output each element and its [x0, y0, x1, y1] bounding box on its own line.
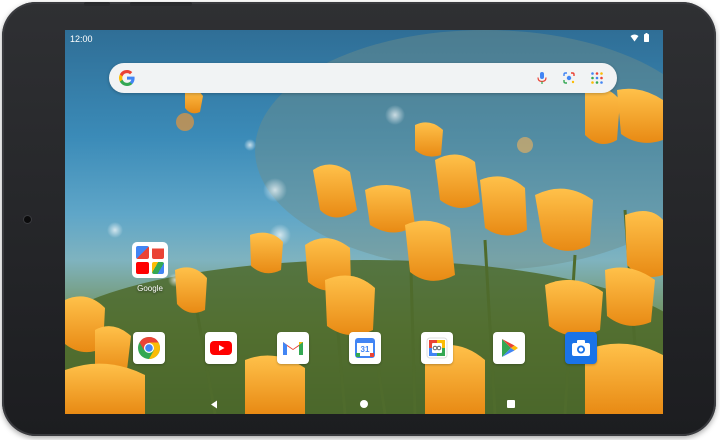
- gmail-app[interactable]: [277, 332, 309, 364]
- gmail-icon: [283, 342, 303, 355]
- youtube-icon: [210, 341, 232, 355]
- drive-icon: [151, 261, 164, 274]
- home-screen: 12:00 Google 31: [65, 30, 663, 414]
- chrome-app[interactable]: [133, 332, 165, 364]
- navigation-bar: [65, 394, 663, 414]
- battery-icon: [644, 33, 649, 42]
- google-search-icon: [136, 246, 149, 259]
- play-store-icon: [502, 339, 518, 357]
- google-g-icon: [119, 70, 135, 86]
- calendar-app[interactable]: 31: [349, 332, 381, 364]
- front-camera: [24, 216, 31, 223]
- photos-app[interactable]: [421, 332, 453, 364]
- play-store-app[interactable]: [493, 332, 525, 364]
- google-search-bar[interactable]: [109, 63, 617, 93]
- wifi-icon: [630, 34, 639, 41]
- camera-icon: [572, 340, 590, 356]
- status-bar: 12:00: [65, 30, 663, 48]
- back-icon[interactable]: [210, 400, 218, 409]
- status-time: 12:00: [70, 34, 93, 44]
- calendar-day: 31: [361, 345, 370, 354]
- power-button: [84, 2, 110, 6]
- photos-icon: [426, 337, 448, 359]
- youtube-icon: [136, 261, 149, 274]
- tablet-device: 12:00 Google 31: [2, 2, 716, 436]
- folder-label: Google: [137, 284, 163, 293]
- home-icon[interactable]: [360, 400, 368, 408]
- mic-icon[interactable]: [535, 71, 549, 85]
- google-apps-folder[interactable]: Google: [130, 242, 170, 306]
- calendar-icon: 31: [355, 338, 375, 358]
- recents-icon[interactable]: [507, 400, 515, 408]
- search-input[interactable]: [143, 69, 527, 89]
- lens-icon[interactable]: [562, 71, 576, 85]
- camera-app[interactable]: [565, 332, 597, 364]
- volume-button: [130, 2, 192, 6]
- app-dock: 31: [133, 332, 603, 364]
- apps-grid-icon[interactable]: [590, 71, 604, 85]
- chrome-icon: [138, 337, 160, 359]
- youtube-app[interactable]: [205, 332, 237, 364]
- gmail-icon: [151, 246, 164, 259]
- folder-icon-grid: [132, 242, 168, 278]
